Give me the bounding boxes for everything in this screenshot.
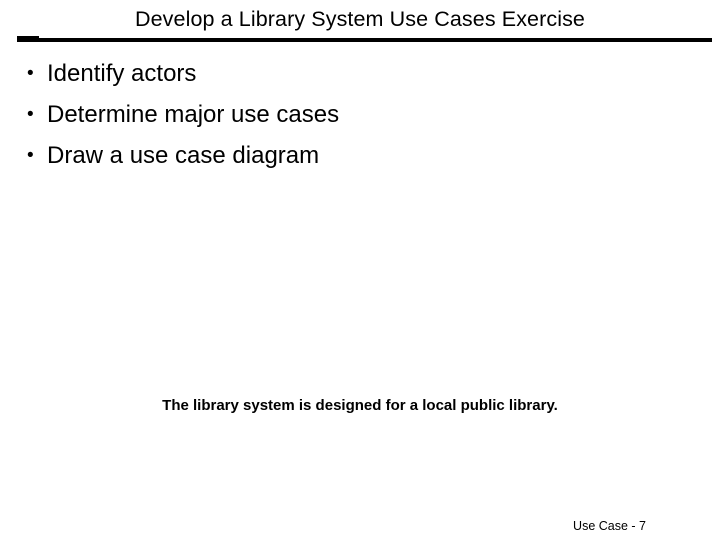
list-item: • Identify actors bbox=[24, 57, 684, 98]
bullet-list: • Identify actors • Determine major use … bbox=[24, 57, 684, 180]
bullet-icon: • bbox=[27, 63, 34, 84]
list-item-label: Identify actors bbox=[47, 60, 197, 87]
title-divider-cap bbox=[17, 36, 39, 42]
slide-statement: The library system is designed for a loc… bbox=[162, 397, 558, 414]
presentation-slide: Develop a Library System Use Cases Exerc… bbox=[0, 0, 720, 540]
list-item-label: Determine major use cases bbox=[47, 101, 340, 128]
bullet-icon: • bbox=[27, 145, 34, 166]
title-divider bbox=[17, 38, 712, 42]
page-title: Develop a Library System Use Cases Exerc… bbox=[135, 7, 585, 31]
bullet-icon: • bbox=[27, 104, 34, 125]
list-item: • Determine major use cases bbox=[24, 98, 684, 139]
slide-footer: Use Case - 7 bbox=[573, 519, 646, 533]
list-item: • Draw a use case diagram bbox=[24, 139, 684, 180]
list-item-label: Draw a use case diagram bbox=[47, 142, 320, 169]
